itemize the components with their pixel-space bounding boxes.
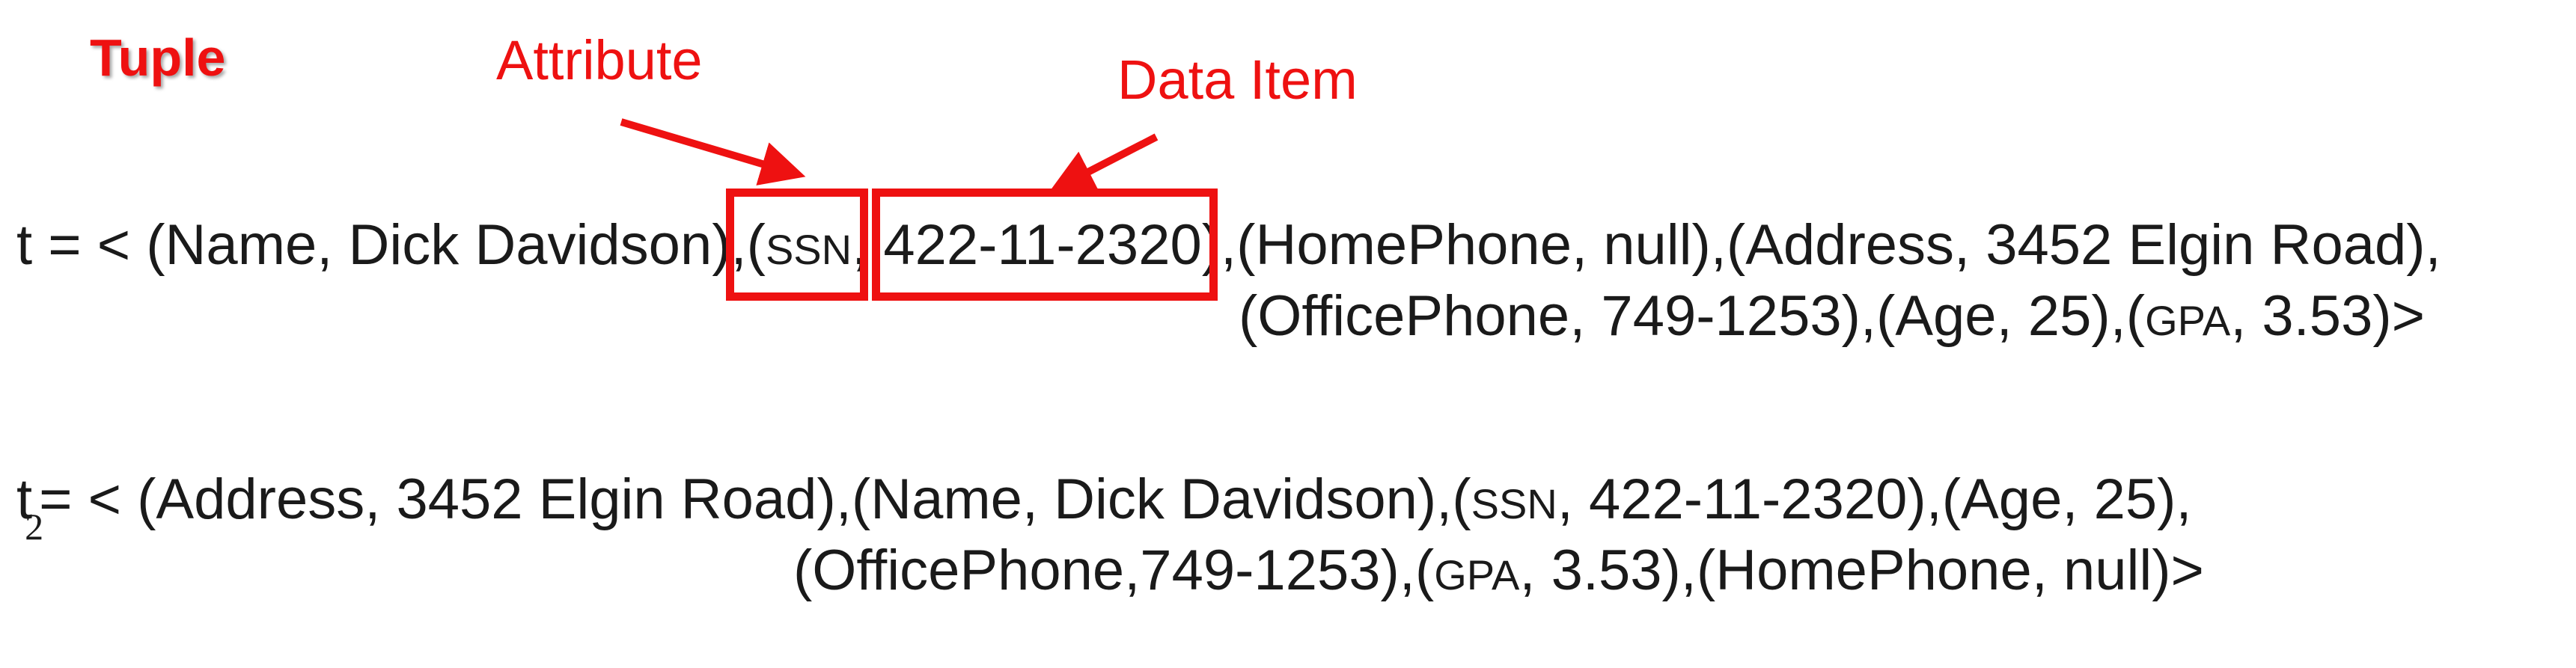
tuple2-line2-prefix: (OfficePhone,749-1253),( <box>793 539 1435 602</box>
data-item-label: Data Item <box>1117 49 1358 111</box>
tuple-label: Tuple <box>90 28 226 87</box>
tuple1-line2-suffix: , 3.53)> <box>2230 284 2426 348</box>
tuple-diagram: Tuple Attribute Data Item t = < (Name, D… <box>0 0 2576 668</box>
tuple1-line2: (OfficePhone, 749-1253),(Age, 25),(GPA, … <box>1239 288 2425 345</box>
attribute-highlight-box <box>726 189 868 301</box>
tuple2-subscript: 2 <box>25 506 44 548</box>
tuple1-line1: t = < (Name, Dick Davidson),(SSN, 422-11… <box>16 217 2441 274</box>
tuple2-gpa-attribute: GPA <box>1434 551 1520 598</box>
tuple1-line1-suffix: ),(HomePhone, null),(Address, 3452 Elgin… <box>1201 213 2441 277</box>
tuple2-line1: t2= < (Address, 3452 Elgin Road),(Name, … <box>16 468 2192 546</box>
tuple2-line1-prefix: = < (Address, 3452 Elgin Road),(Name, Di… <box>39 468 1471 531</box>
data-item-arrow <box>1049 133 1159 192</box>
tuple1-gpa-attribute: GPA <box>2145 297 2231 344</box>
attribute-arrow <box>620 118 806 186</box>
tuple1-line2-prefix: (OfficePhone, 749-1253),(Age, 25),( <box>1239 284 2146 348</box>
tuple2-line1-suffix: , 422-11-2320),(Age, 25), <box>1557 468 2192 531</box>
tuple2-ssn-attribute: SSN <box>1471 480 1557 527</box>
attribute-label: Attribute <box>496 29 703 91</box>
tuple1-line1-prefix: t = < (Name, Dick Davidson),( <box>16 213 766 277</box>
data-item-highlight-box <box>872 189 1218 301</box>
tuple2-line2: (OfficePhone,749-1253),(GPA, 3.53),(Home… <box>793 542 2204 599</box>
tuple2-line2-suffix: , 3.53),(HomePhone, null)> <box>1519 539 2204 602</box>
